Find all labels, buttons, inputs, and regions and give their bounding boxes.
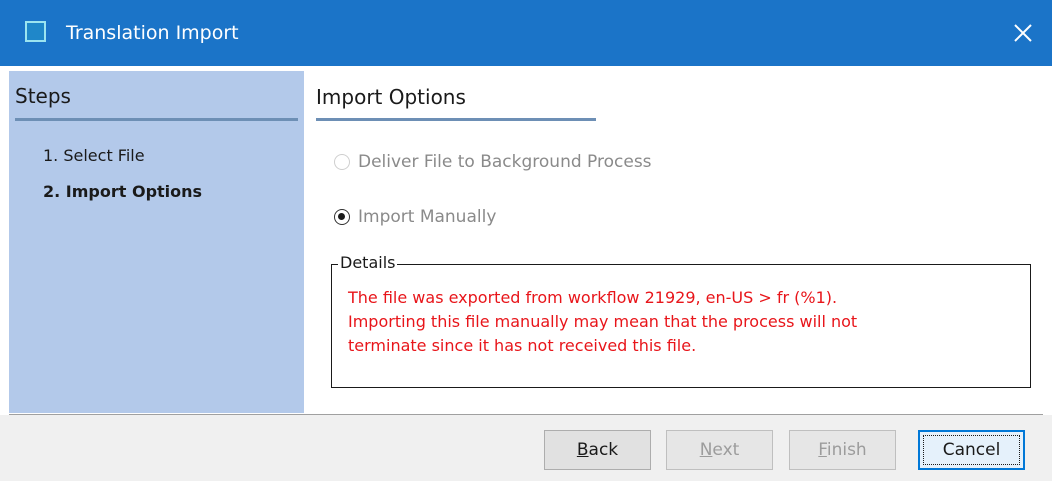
steps-divider [15,118,298,121]
back-label-rest: ack [588,440,619,460]
back-button[interactable]: Back [544,430,651,470]
next-button[interactable]: Next [666,430,773,470]
import-manually-radio[interactable]: Import Manually [334,206,496,228]
steps-header: Steps [15,84,71,108]
close-button[interactable] [994,0,1052,66]
radio-checked-icon [334,209,350,225]
import-manually-label: Import Manually [358,207,497,227]
details-legend: Details [338,253,398,273]
close-icon [1014,24,1032,42]
details-message-line: The file was exported from workflow 2192… [348,288,838,307]
radio-unchecked-icon [334,154,350,170]
finish-mnemonic: F [818,440,827,460]
cancel-button[interactable]: Cancel [918,430,1025,470]
step-import-options: 2. Import Options [43,182,203,201]
steps-panel: Steps 1. Select File 2. Import Options [9,71,304,413]
next-mnemonic: N [699,440,713,460]
deliver-to-background-radio[interactable]: Deliver File to Background Process [334,151,652,173]
deliver-to-background-label: Deliver File to Background Process [358,152,652,172]
window-title: Translation Import [66,22,239,44]
cancel-label: Cancel [942,440,1001,460]
back-mnemonic: B [576,440,589,460]
finish-button[interactable]: Finish [789,430,896,470]
title-bar: Translation Import [0,0,1052,66]
app-window-icon [25,21,46,42]
step-select-file: 1. Select File [43,146,145,165]
details-message: The file was exported from workflow 2192… [348,286,988,358]
details-message-line: terminate since it has not received this… [348,336,697,355]
details-message-line: Importing this file manually may mean th… [348,312,858,331]
finish-label-rest: inish [826,440,867,460]
translation-import-dialog: Translation Import Steps 1. Select File … [0,0,1052,481]
import-options-divider [316,118,596,121]
import-options-header: Import Options [316,85,466,109]
next-label-rest: ext [712,440,740,460]
